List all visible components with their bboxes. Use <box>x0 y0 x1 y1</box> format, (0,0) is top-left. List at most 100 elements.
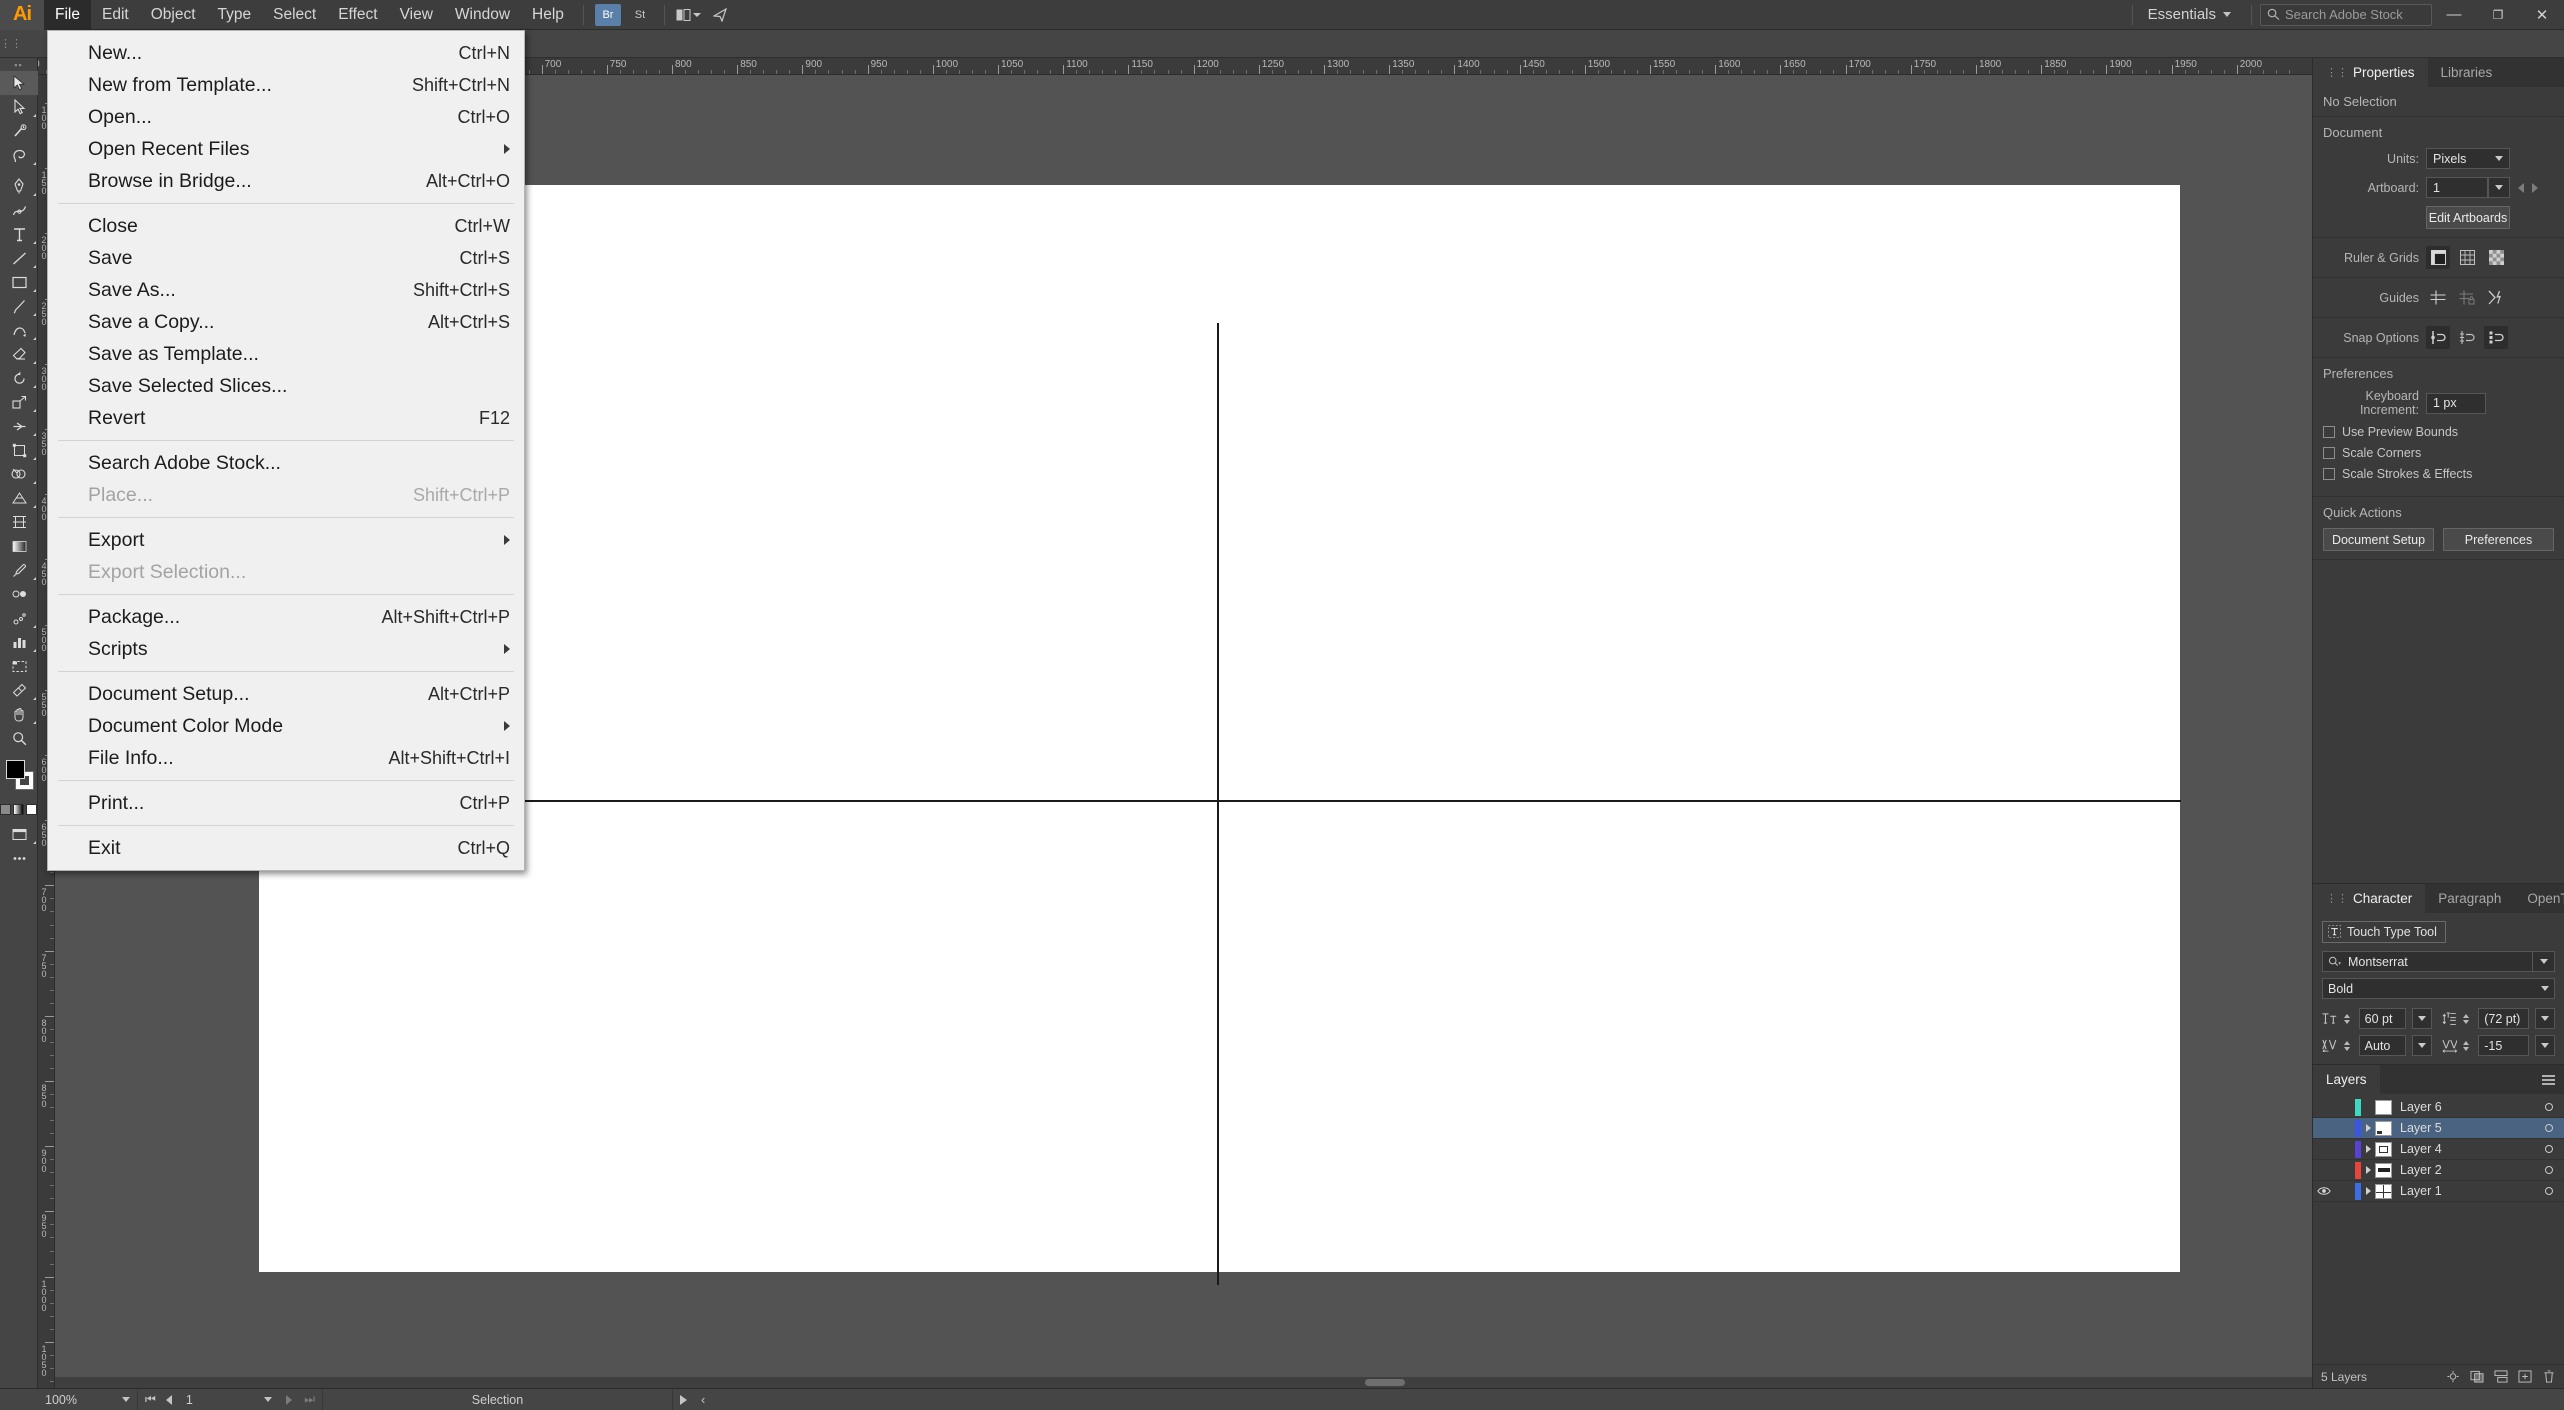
snap-to-grid-icon[interactable] <box>2455 326 2479 349</box>
menu-file[interactable]: File <box>44 0 91 30</box>
snap-to-point-icon[interactable] <box>2426 326 2450 349</box>
layer-target-indicator[interactable] <box>2534 1145 2564 1154</box>
layer-row[interactable]: Layer 6 <box>2313 1097 2564 1119</box>
snap-to-pixel-icon[interactable] <box>2484 326 2508 349</box>
kerning-stepper[interactable] <box>2343 1040 2350 1051</box>
touch-type-tool-button[interactable]: Touch Type Tool <box>2322 920 2446 943</box>
artboard-dropdown[interactable] <box>2488 177 2510 198</box>
kerning-input[interactable]: Auto <box>2358 1035 2406 1057</box>
tool-direct-selection[interactable] <box>0 95 38 119</box>
tool-eraser[interactable] <box>0 342 38 366</box>
font-family-dropdown[interactable] <box>2533 951 2555 973</box>
tool-shape-builder[interactable] <box>0 462 38 486</box>
tool-edit-toolbar[interactable] <box>0 846 38 870</box>
show-rulers-icon[interactable] <box>2426 246 2450 269</box>
menu-window[interactable]: Window <box>444 0 521 30</box>
tool-shaper[interactable] <box>0 318 38 342</box>
menu-help[interactable]: Help <box>521 0 575 30</box>
tab-properties[interactable]: ⋮⋮ Properties <box>2313 58 2428 87</box>
tracking-dropdown[interactable] <box>2535 1035 2556 1057</box>
tool-type[interactable] <box>0 222 38 246</box>
create-sublayer-icon[interactable] <box>2494 1370 2508 1383</box>
artwork-vertical-line[interactable] <box>1217 323 1219 1285</box>
horizontal-scrollbar[interactable] <box>55 1377 2312 1388</box>
menu-effect[interactable]: Effect <box>327 0 388 30</box>
tool-paintbrush[interactable] <box>0 294 38 318</box>
tool-curvature[interactable] <box>0 198 38 222</box>
preferences-button[interactable]: Preferences <box>2443 528 2554 551</box>
zoom-chevron-down-icon[interactable] <box>122 1397 130 1402</box>
artboard-1[interactable] <box>259 185 2180 1272</box>
menu-item-close[interactable]: Close Ctrl+W <box>48 210 524 242</box>
tracking-stepper[interactable] <box>2463 1040 2470 1051</box>
menu-item-file-info[interactable]: File Info... Alt+Shift+Ctrl+I <box>48 742 524 774</box>
layer-expand-toggle[interactable] <box>2361 1166 2375 1175</box>
layer-target-indicator[interactable] <box>2534 1187 2564 1196</box>
font-size-stepper[interactable] <box>2343 1013 2350 1024</box>
artboard-number-value[interactable]: 1 <box>186 1393 193 1407</box>
artboard-number-chevron-down-icon[interactable] <box>264 1397 273 1402</box>
leading-dropdown[interactable] <box>2535 1008 2556 1030</box>
search-adobe-stock-input[interactable]: Search Adobe Stock <box>2260 3 2432 26</box>
color-button[interactable] <box>0 804 11 815</box>
status-collapse-icon[interactable]: ‹ <box>701 1392 705 1407</box>
tab-character[interactable]: ⋮⋮ Character <box>2313 883 2426 913</box>
status-bar-menu[interactable]: ‹ <box>673 1389 712 1410</box>
menu-item-open[interactable]: Open... Ctrl+O <box>48 101 524 133</box>
last-artboard-icon[interactable]: ⏭ <box>304 1392 315 1407</box>
preference-checkbox-row[interactable]: Scale Strokes & Effects <box>2323 467 2554 481</box>
menu-item-scripts[interactable]: Scripts <box>48 633 524 665</box>
artboard-input[interactable]: 1 <box>2426 177 2488 198</box>
preference-checkbox-row[interactable]: Use Preview Bounds <box>2323 425 2554 439</box>
control-strip-grip[interactable]: ⋮⋮ <box>0 37 22 50</box>
gradient-button[interactable] <box>13 804 24 815</box>
menu-item-save-as[interactable]: Save As... Shift+Ctrl+S <box>48 274 524 306</box>
arrange-documents-icon[interactable] <box>676 4 702 26</box>
smart-guides-icon[interactable] <box>2484 286 2508 309</box>
kerning-dropdown[interactable] <box>2411 1035 2432 1057</box>
next-artboard-icon-status[interactable] <box>286 1394 293 1405</box>
prev-artboard-icon-status[interactable] <box>165 1394 172 1405</box>
checkbox-scale-corners[interactable] <box>2323 447 2335 459</box>
restore-button[interactable]: ❐ <box>2476 0 2520 30</box>
menu-item-package[interactable]: Package... Alt+Shift+Ctrl+P <box>48 601 524 633</box>
tool-slice[interactable] <box>0 678 38 702</box>
leading-chevron-down-icon[interactable] <box>2541 1016 2550 1022</box>
artboard-chevron-down-icon[interactable] <box>2495 185 2503 190</box>
status-play-icon[interactable] <box>680 1394 687 1405</box>
next-artboard-icon[interactable] <box>2532 182 2538 193</box>
layer-expand-toggle[interactable] <box>2361 1145 2375 1154</box>
tool-selection[interactable] <box>0 71 38 95</box>
layer-expand-toggle[interactable] <box>2361 1187 2375 1196</box>
font-size-input[interactable]: 60 pt <box>2358 1008 2406 1030</box>
menu-type[interactable]: Type <box>207 0 263 30</box>
tracking-input[interactable]: -15 <box>2478 1035 2530 1057</box>
menu-select[interactable]: Select <box>262 0 327 30</box>
first-artboard-icon[interactable]: ⏮ <box>145 1392 156 1407</box>
fill-swatch[interactable] <box>6 760 25 779</box>
layer-target-indicator[interactable] <box>2534 1166 2564 1175</box>
font-style-chevron-down-icon[interactable] <box>2541 986 2549 992</box>
lock-guides-icon[interactable] <box>2455 286 2479 309</box>
tab-paragraph[interactable]: Paragraph <box>2425 883 2515 913</box>
preference-checkbox-row[interactable]: Scale Corners <box>2323 446 2554 460</box>
tool-symbol-sprayer[interactable] <box>0 606 38 630</box>
bridge-button[interactable]: Br <box>594 3 621 26</box>
menu-item-save-a-copy[interactable]: Save a Copy... Alt+Ctrl+S <box>48 306 524 338</box>
tab-layers[interactable]: Layers <box>2313 1065 2380 1095</box>
menu-item-exit[interactable]: Exit Ctrl+Q <box>48 832 524 864</box>
show-grid-icon[interactable] <box>2455 246 2479 269</box>
menu-item-revert[interactable]: Revert F12 <box>48 402 524 434</box>
fill-stroke-swatches[interactable] <box>0 756 38 800</box>
show-transparency-grid-icon[interactable] <box>2484 246 2508 269</box>
tool-pen[interactable] <box>0 174 38 198</box>
keyboard-increment-input[interactable]: 1 px <box>2426 392 2486 414</box>
checkbox-scale-strokes-effects[interactable] <box>2323 468 2335 480</box>
menu-item-document-setup[interactable]: Document Setup... Alt+Ctrl+P <box>48 678 524 710</box>
font-size-chevron-down-icon[interactable] <box>2417 1016 2426 1022</box>
menu-item-export[interactable]: Export <box>48 524 524 556</box>
menu-item-new-from-template[interactable]: New from Template... Shift+Ctrl+N <box>48 69 524 101</box>
artwork-horizontal-line[interactable] <box>313 800 2181 802</box>
tab-libraries[interactable]: Libraries <box>2427 58 2506 87</box>
layer-row[interactable]: Layer 1 <box>2313 1181 2564 1203</box>
